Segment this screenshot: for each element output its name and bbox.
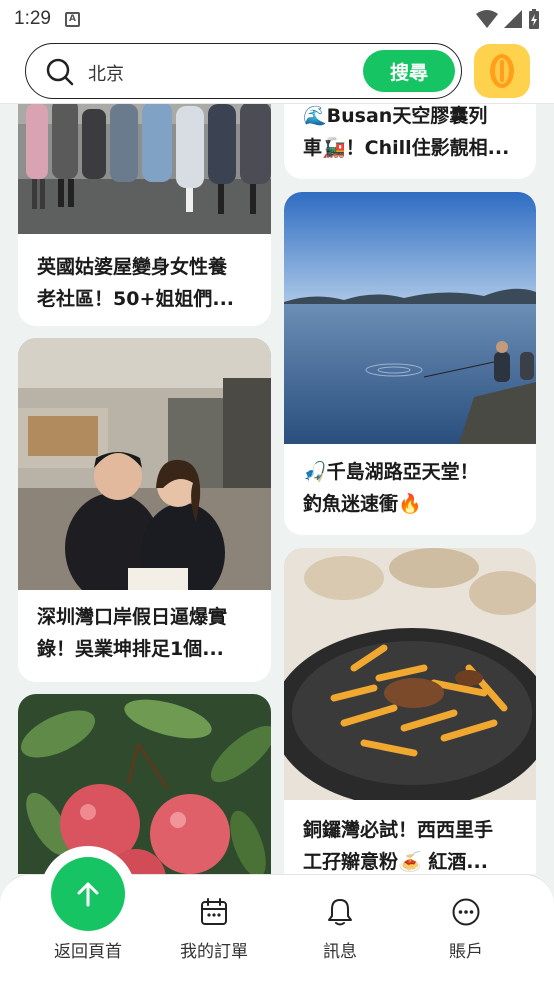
card-title: 英國姑婆屋變身女性養 老社區！50+姐姐們... bbox=[37, 251, 257, 315]
feed-card[interactable]: 🌊Busan天空膠囊列 車🚂！Chill住影靚相... bbox=[284, 104, 536, 179]
card-title-line: 釣魚迷速衝🔥 bbox=[303, 493, 422, 515]
status-icons bbox=[476, 9, 540, 29]
card-image-crowd bbox=[18, 104, 271, 234]
arrow-up-icon bbox=[77, 882, 99, 907]
notification-a-icon: A bbox=[64, 11, 80, 27]
search-button[interactable]: 搜尋 bbox=[363, 50, 455, 92]
card-image-lake bbox=[284, 192, 536, 444]
signal-icon bbox=[504, 10, 522, 28]
nav-item-orders[interactable]: 我的訂單 bbox=[159, 895, 269, 965]
card-title-line: 錄！吳業坤排足1個... bbox=[37, 638, 224, 660]
card-title-line: 老社區！50+姐姐們... bbox=[37, 288, 235, 310]
nav-label: 訊息 bbox=[323, 942, 357, 962]
card-image-couple bbox=[18, 338, 271, 590]
coin-icon bbox=[490, 54, 514, 88]
feed-card[interactable]: 🎣千島湖路亞天堂！ 釣魚迷速衝🔥 bbox=[284, 192, 536, 535]
feed: 英國姑婆屋變身女性養 老社區！50+姐姐們... 深圳灣口岸假日逼爆實 錄！吳業… bbox=[0, 104, 554, 874]
search-header: 北京 搜尋 bbox=[0, 38, 554, 104]
status-bar: 1:29 A bbox=[0, 0, 554, 38]
card-title: 🎣千島湖路亞天堂！ 釣魚迷速衝🔥 bbox=[303, 456, 522, 520]
card-image-pasta bbox=[284, 548, 536, 800]
calendar-icon bbox=[201, 898, 227, 925]
coin-button[interactable] bbox=[474, 44, 530, 98]
search-bar[interactable]: 北京 搜尋 bbox=[25, 43, 462, 99]
wifi-icon bbox=[476, 10, 498, 28]
feed-card[interactable]: 英國姑婆屋變身女性養 老社區！50+姐姐們... bbox=[18, 104, 271, 326]
feed-card[interactable]: 銅鑼灣必試！西西里手 工孖辮意粉🍝 紅酒... bbox=[284, 548, 536, 874]
nav-item-account[interactable]: 賬戶 bbox=[411, 895, 521, 965]
card-title-line: 🎣千島湖路亞天堂！ bbox=[303, 461, 479, 483]
feed-card[interactable]: 深圳灣口岸假日逼爆實 錄！吳業坤排足1個... bbox=[18, 338, 271, 682]
nav-label: 賬戶 bbox=[449, 942, 483, 962]
battery-icon bbox=[529, 9, 539, 29]
card-title-line: 深圳灣口岸假日逼爆實 bbox=[37, 606, 228, 628]
bell-icon bbox=[328, 899, 352, 926]
card-title-line: 工孖辮意粉🍝 紅酒... bbox=[303, 851, 488, 873]
card-title-line: 車🚂！Chill住影靚相... bbox=[303, 137, 510, 159]
card-title-line: 銅鑼灣必試！西西里手 bbox=[303, 819, 494, 841]
search-icon bbox=[46, 58, 74, 86]
back-to-top-button[interactable] bbox=[51, 857, 125, 931]
card-title: 銅鑼灣必試！西西里手 工孖辮意粉🍝 紅酒... bbox=[303, 814, 522, 874]
card-title-line: 英國姑婆屋變身女性養 bbox=[37, 256, 228, 278]
card-image-lychee bbox=[18, 694, 271, 874]
nav-item-messages[interactable]: 訊息 bbox=[285, 895, 395, 965]
card-title-line: 🌊Busan天空膠囊列 bbox=[303, 105, 488, 127]
more-circle-icon bbox=[452, 898, 480, 926]
search-input[interactable]: 北京 bbox=[88, 60, 124, 86]
nav-home-label[interactable]: 返回頁首 bbox=[33, 937, 143, 962]
nav-label: 我的訂單 bbox=[180, 942, 248, 962]
feed-card[interactable] bbox=[18, 694, 271, 874]
status-time: 1:29 bbox=[14, 8, 51, 29]
card-title: 深圳灣口岸假日逼爆實 錄！吳業坤排足1個... bbox=[37, 601, 257, 665]
card-title: 🌊Busan天空膠囊列 車🚂！Chill住影靚相... bbox=[303, 104, 522, 164]
